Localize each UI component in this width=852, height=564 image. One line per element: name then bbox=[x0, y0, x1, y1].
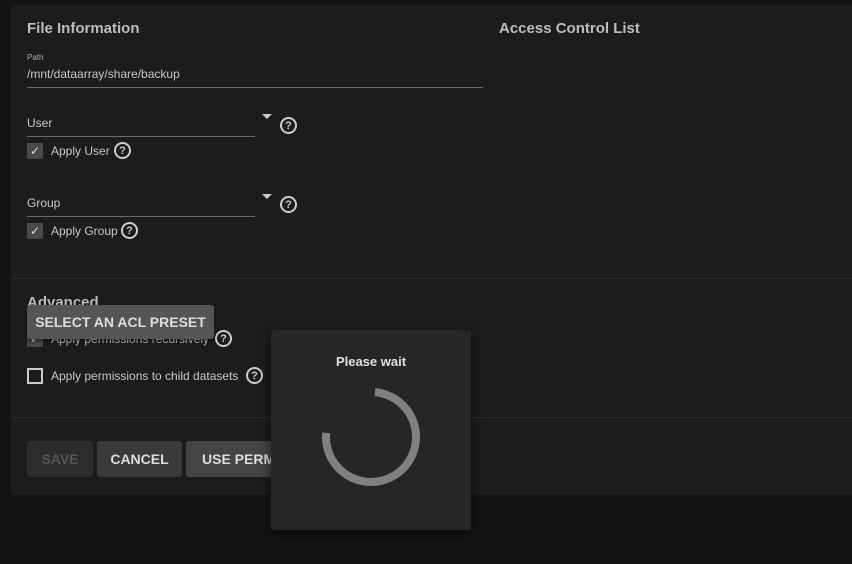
apply-group-checkbox[interactable]: ✓ bbox=[27, 223, 43, 239]
cancel-button[interactable]: CANCEL bbox=[97, 441, 182, 477]
loading-spinner-icon bbox=[322, 388, 420, 486]
please-wait-dialog: Please wait bbox=[271, 330, 471, 530]
help-icon[interactable]: ? bbox=[215, 330, 232, 347]
divider bbox=[11, 278, 852, 279]
select-acl-preset-button[interactable]: SELECT AN ACL PRESET bbox=[27, 305, 214, 339]
dropdown-caret-icon[interactable] bbox=[262, 194, 272, 199]
apply-child-datasets-label: Apply permissions to child datasets bbox=[51, 369, 239, 383]
help-icon[interactable]: ? bbox=[114, 142, 131, 159]
apply-child-datasets-checkbox[interactable] bbox=[27, 368, 43, 384]
path-label: Path bbox=[27, 53, 44, 62]
user-select[interactable]: User bbox=[27, 116, 255, 137]
dialog-title: Please wait bbox=[335, 354, 407, 369]
acl-heading: Access Control List bbox=[499, 20, 640, 37]
apply-user-label: Apply User bbox=[51, 144, 110, 158]
apply-group-label: Apply Group bbox=[51, 224, 118, 238]
dropdown-caret-icon[interactable] bbox=[262, 114, 272, 119]
file-information-heading: File Information bbox=[27, 20, 140, 37]
help-icon[interactable]: ? bbox=[246, 367, 263, 384]
save-button[interactable]: SAVE bbox=[27, 441, 93, 477]
apply-user-checkbox[interactable]: ✓ bbox=[27, 143, 43, 159]
help-icon[interactable]: ? bbox=[280, 117, 297, 134]
help-icon[interactable]: ? bbox=[280, 196, 297, 213]
group-select[interactable]: Group bbox=[27, 196, 255, 217]
path-field[interactable]: /mnt/dataarray/share/backup bbox=[27, 67, 483, 88]
help-icon[interactable]: ? bbox=[121, 222, 138, 239]
